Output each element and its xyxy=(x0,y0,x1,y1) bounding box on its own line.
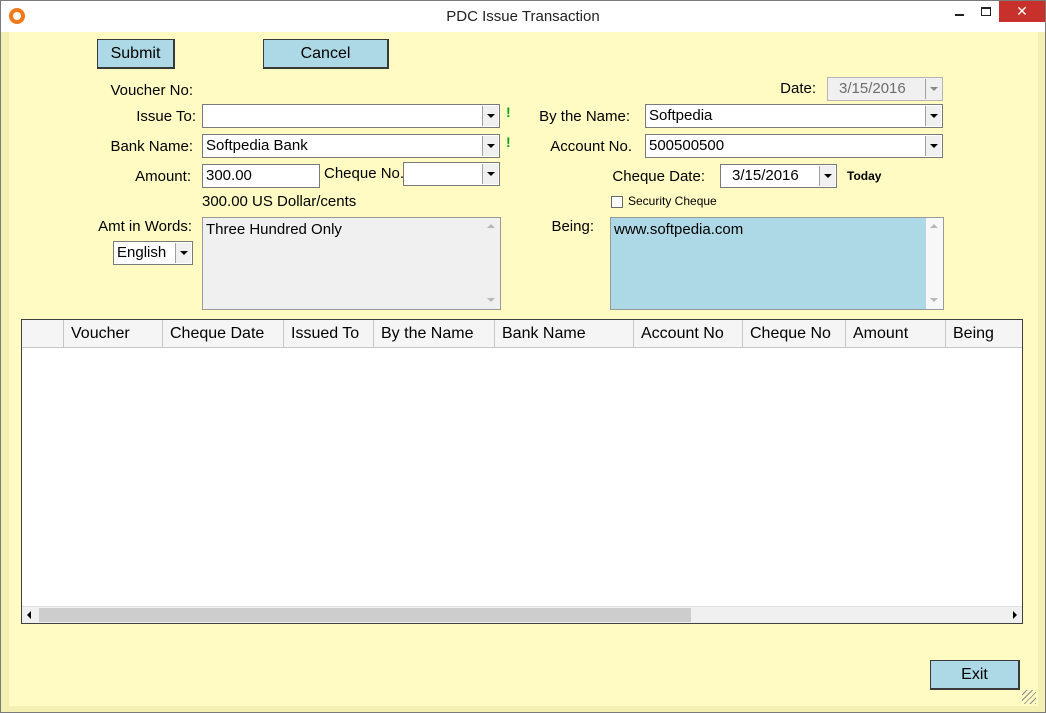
scroll-down-icon[interactable] xyxy=(930,296,939,305)
being-scrollbar[interactable] xyxy=(926,218,943,309)
by-the-name-label: By the Name: xyxy=(539,108,630,125)
chevron-down-icon[interactable] xyxy=(482,136,498,156)
submit-button[interactable]: Submit xyxy=(97,39,175,69)
grid-horizontal-scrollbar[interactable] xyxy=(22,606,1022,623)
scroll-up-icon[interactable] xyxy=(487,222,496,231)
amt-in-words-textarea[interactable]: Three Hundred Only xyxy=(202,217,501,310)
being-textarea[interactable]: www.softpedia.com xyxy=(610,217,944,310)
chevron-down-icon[interactable] xyxy=(482,164,498,184)
close-icon: ✕ xyxy=(1016,3,1028,19)
window-title: PDC Issue Transaction xyxy=(446,8,600,25)
cheque-no-label: Cheque No. xyxy=(324,165,405,182)
cheque-date-label: Cheque Date: xyxy=(612,168,705,185)
column-header-voucher[interactable]: Voucher xyxy=(64,320,163,347)
being-value: www.softpedia.com xyxy=(614,221,744,238)
amt-in-words-value: Three Hundred Only xyxy=(206,221,342,238)
amount-label: Amount: xyxy=(135,168,191,185)
language-combo[interactable]: English xyxy=(113,241,193,265)
scroll-right-icon[interactable] xyxy=(1013,611,1017,619)
required-mark: ! xyxy=(506,104,511,120)
bank-name-label: Bank Name: xyxy=(110,138,193,155)
chevron-down-icon[interactable] xyxy=(925,136,941,156)
exit-button[interactable]: Exit xyxy=(930,660,1020,690)
by-the-name-combo[interactable]: Softpedia xyxy=(645,104,943,128)
column-header-bank-name[interactable]: Bank Name xyxy=(495,320,634,347)
amount-text: 300.00 US Dollar/cents xyxy=(202,193,357,210)
date-combo[interactable]: 3/15/2016 xyxy=(827,77,943,101)
account-no-value: 500500500 xyxy=(649,137,725,154)
chevron-down-icon[interactable] xyxy=(925,79,941,99)
cheque-date-value: 3/15/2016 xyxy=(732,167,799,184)
scroll-left-icon[interactable] xyxy=(27,611,31,619)
close-button[interactable]: ✕ xyxy=(999,1,1045,22)
cheque-no-combo[interactable] xyxy=(403,162,500,186)
minimize-button[interactable] xyxy=(945,1,973,22)
chevron-down-icon[interactable] xyxy=(925,106,941,126)
by-the-name-value: Softpedia xyxy=(649,107,713,124)
amt-in-words-label: Amt in Words: xyxy=(98,218,192,235)
chevron-down-icon[interactable] xyxy=(175,243,191,263)
account-no-combo[interactable]: 500500500 xyxy=(645,134,943,158)
security-cheque-label: Security Cheque xyxy=(628,194,717,208)
column-header-issued-to[interactable]: Issued To xyxy=(284,320,374,347)
amt-in-words-scrollbar[interactable] xyxy=(483,218,500,309)
today-link[interactable]: Today xyxy=(847,169,881,183)
form-area: Submit Cancel Voucher No: Issue To: ! Ba… xyxy=(9,32,1038,706)
column-header-account-no[interactable]: Account No xyxy=(634,320,743,347)
amount-input[interactable]: 300.00 xyxy=(202,164,320,188)
transactions-grid[interactable]: Voucher Cheque Date Issued To By the Nam… xyxy=(21,319,1023,624)
scroll-down-icon[interactable] xyxy=(487,296,496,305)
minimize-icon xyxy=(954,13,964,16)
language-value: English xyxy=(117,244,167,261)
column-header-being[interactable]: Being xyxy=(946,320,1022,347)
bank-name-value: Softpedia Bank xyxy=(206,137,308,154)
column-header-row-selector[interactable] xyxy=(22,320,64,347)
scrollbar-thumb[interactable] xyxy=(39,608,691,622)
account-no-label: Account No. xyxy=(550,138,632,155)
grid-header: Voucher Cheque Date Issued To By the Nam… xyxy=(22,320,1022,348)
app-window: PDC Issue Transaction ✕ Submit Cancel Vo… xyxy=(0,0,1046,713)
required-mark: ! xyxy=(506,134,511,150)
voucher-label: Voucher No: xyxy=(110,82,193,99)
scroll-up-icon[interactable] xyxy=(930,222,939,231)
column-header-amount[interactable]: Amount xyxy=(846,320,946,347)
maximize-icon xyxy=(981,7,991,16)
column-header-by-the-name[interactable]: By the Name xyxy=(374,320,495,347)
date-label: Date: xyxy=(780,80,816,97)
bank-name-combo[interactable]: Softpedia Bank xyxy=(202,134,500,158)
being-label: Being: xyxy=(551,218,594,235)
maximize-button[interactable] xyxy=(973,1,999,22)
issue-to-label: Issue To: xyxy=(136,108,196,125)
security-cheque-checkbox[interactable] xyxy=(611,196,623,208)
column-header-cheque-no[interactable]: Cheque No xyxy=(743,320,846,347)
column-header-cheque-date[interactable]: Cheque Date xyxy=(163,320,284,347)
resize-grip-icon[interactable] xyxy=(1022,690,1036,704)
date-value: 3/15/2016 xyxy=(839,80,906,97)
title-bar[interactable]: PDC Issue Transaction ✕ xyxy=(1,1,1045,32)
cheque-date-combo[interactable]: 3/15/2016 xyxy=(720,164,837,188)
chevron-down-icon[interactable] xyxy=(819,166,835,186)
cancel-button[interactable]: Cancel xyxy=(263,39,389,69)
chevron-down-icon[interactable] xyxy=(482,106,498,126)
issue-to-combo[interactable] xyxy=(202,104,500,128)
